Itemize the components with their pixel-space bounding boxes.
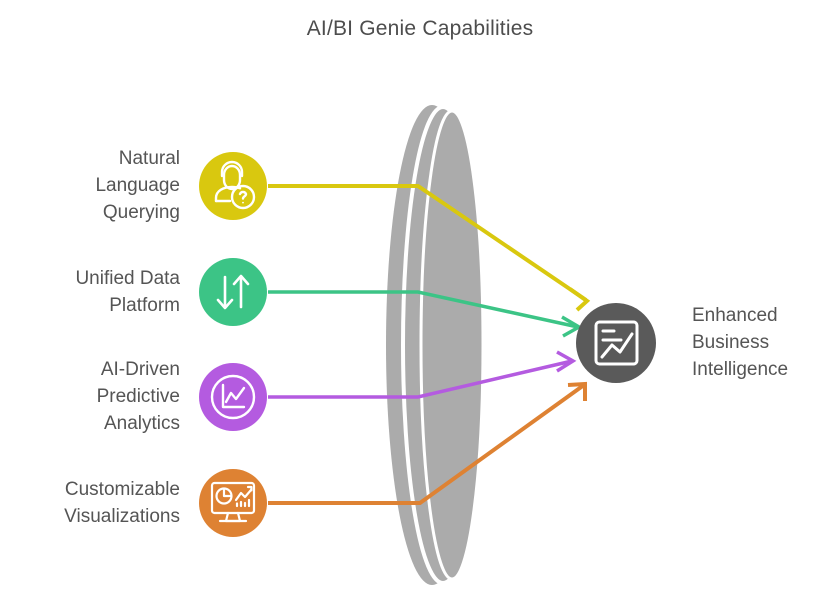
outcome-label-enhanced-business-intelligence: Enhanced Business Intelligence xyxy=(692,305,789,380)
capability-label-customizable-visualizations: Customizable Visualizations xyxy=(64,479,180,527)
diagram-canvas: AI/BI Genie Capabilities Natural Languag… xyxy=(0,0,840,602)
outcome-icon-enhanced-business-intelligence[interactable] xyxy=(576,303,656,383)
capability-label-ai-driven-predictive-analytics: AI-Driven Predictive Analytics xyxy=(96,359,180,434)
capability-label-natural-language-querying: Natural Language Querying xyxy=(95,148,180,223)
layered-lens-shape xyxy=(386,105,485,585)
capability-label-unified-data-platform: Unified Data Platform xyxy=(75,268,180,316)
capability-icon-customizable-visualizations[interactable] xyxy=(199,469,267,537)
capability-icon-ai-driven-predictive-analytics[interactable] xyxy=(199,363,267,431)
capability-icon-natural-language-querying[interactable] xyxy=(199,152,267,220)
capability-icon-unified-data-platform[interactable] xyxy=(199,258,267,326)
